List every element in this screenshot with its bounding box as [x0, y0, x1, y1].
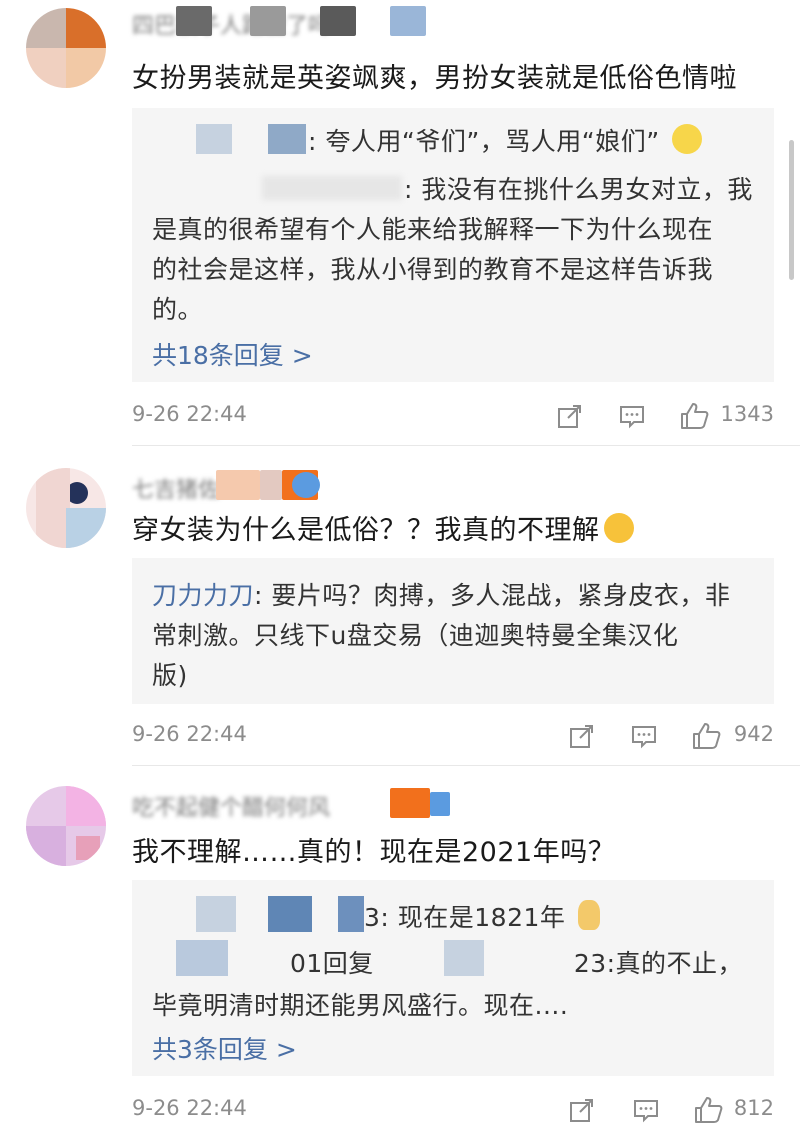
comment-meta: 9-26 22:44 1343 — [132, 402, 774, 432]
blurred-reply-name[interactable] — [152, 896, 364, 932]
comment-icon[interactable] — [630, 722, 660, 750]
person-emoji-icon — [577, 900, 600, 930]
more-replies-link[interactable]: 共3条回复 > — [152, 1030, 297, 1066]
comment-text: 穿女装为什么是低俗？？我真的不理解 — [132, 508, 634, 547]
reply-author-link[interactable]: 刀力力刀 — [152, 581, 254, 610]
blurred-reply-name[interactable] — [152, 172, 404, 202]
blurred-reply-name[interactable] — [152, 940, 290, 976]
reply-box[interactable]: 3: 现在是1821年 01回复 23:真的不止， 毕竟明清时期还能男风盛行。现… — [132, 880, 774, 1076]
comment-icon[interactable] — [632, 1096, 662, 1124]
like-icon[interactable] — [694, 1096, 724, 1124]
repost-icon[interactable] — [568, 1096, 598, 1124]
username[interactable]: 吃不起健个醋何何风 — [132, 788, 452, 828]
timestamp: 9-26 22:44 — [132, 722, 247, 746]
comment-1: 四巴被子人路脸了吗 女扮男装就是英姿飒爽，男扮女装就是低俗色情啦 : 夸人用“爷… — [0, 0, 800, 446]
comment-icon[interactable] — [618, 402, 648, 430]
like-icon[interactable] — [680, 402, 710, 430]
rolling-eyes-emoji-icon — [672, 124, 703, 154]
avatar[interactable] — [26, 468, 106, 548]
grinning-sweat-emoji-icon — [603, 513, 634, 543]
timestamp: 9-26 22:44 — [132, 1096, 247, 1120]
comment-text: 女扮男装就是英姿飒爽，男扮女装就是低俗色情啦 — [132, 63, 737, 94]
username[interactable]: 四巴被子人路脸了吗 — [132, 6, 432, 46]
reply-1: 3: 现在是1821年 — [152, 896, 600, 934]
avatar[interactable] — [26, 8, 106, 88]
timestamp: 9-26 22:44 — [132, 402, 247, 426]
repost-icon[interactable] — [568, 722, 598, 750]
like-icon[interactable] — [692, 722, 722, 750]
avatar[interactable] — [26, 786, 106, 866]
more-replies-link[interactable]: 共18条回复 > — [152, 336, 313, 372]
scrollbar[interactable] — [789, 140, 794, 280]
reply-box[interactable]: 刀力力刀: 要片吗？肉搏，多人混战，紧身皮衣，非 常刺激。只线下u盘交易（迪迦奥… — [132, 558, 774, 704]
username[interactable]: 七吉猪佐 — [132, 470, 432, 510]
reply-box[interactable]: : 夸人用“爷们”，骂人用“娘们” : 我没有在挑什么男女对立，我 是真的很希望… — [132, 108, 774, 382]
reply-1: : 夸人用“爷们”，骂人用“娘们” — [152, 122, 703, 158]
blurred-reply-name[interactable] — [152, 124, 308, 154]
comment-2: 七吉猪佐 穿女装为什么是低俗？？我真的不理解 刀力力刀: 要片吗？肉搏，多人混战… — [0, 446, 800, 766]
comment-3: 吃不起健个醋何何风 我不理解……真的！现在是2021年吗？ 3: 现在是1821… — [0, 766, 800, 1142]
like-count: 942 — [733, 722, 774, 746]
repost-icon[interactable] — [556, 402, 586, 430]
comment-meta: 9-26 22:44 942 — [132, 722, 774, 752]
comment-text: 我不理解……真的！现在是2021年吗？ — [132, 837, 616, 868]
comment-meta: 9-26 22:44 812 — [132, 1096, 774, 1126]
like-count: 812 — [733, 1096, 774, 1120]
like-count: 1343 — [720, 402, 774, 426]
